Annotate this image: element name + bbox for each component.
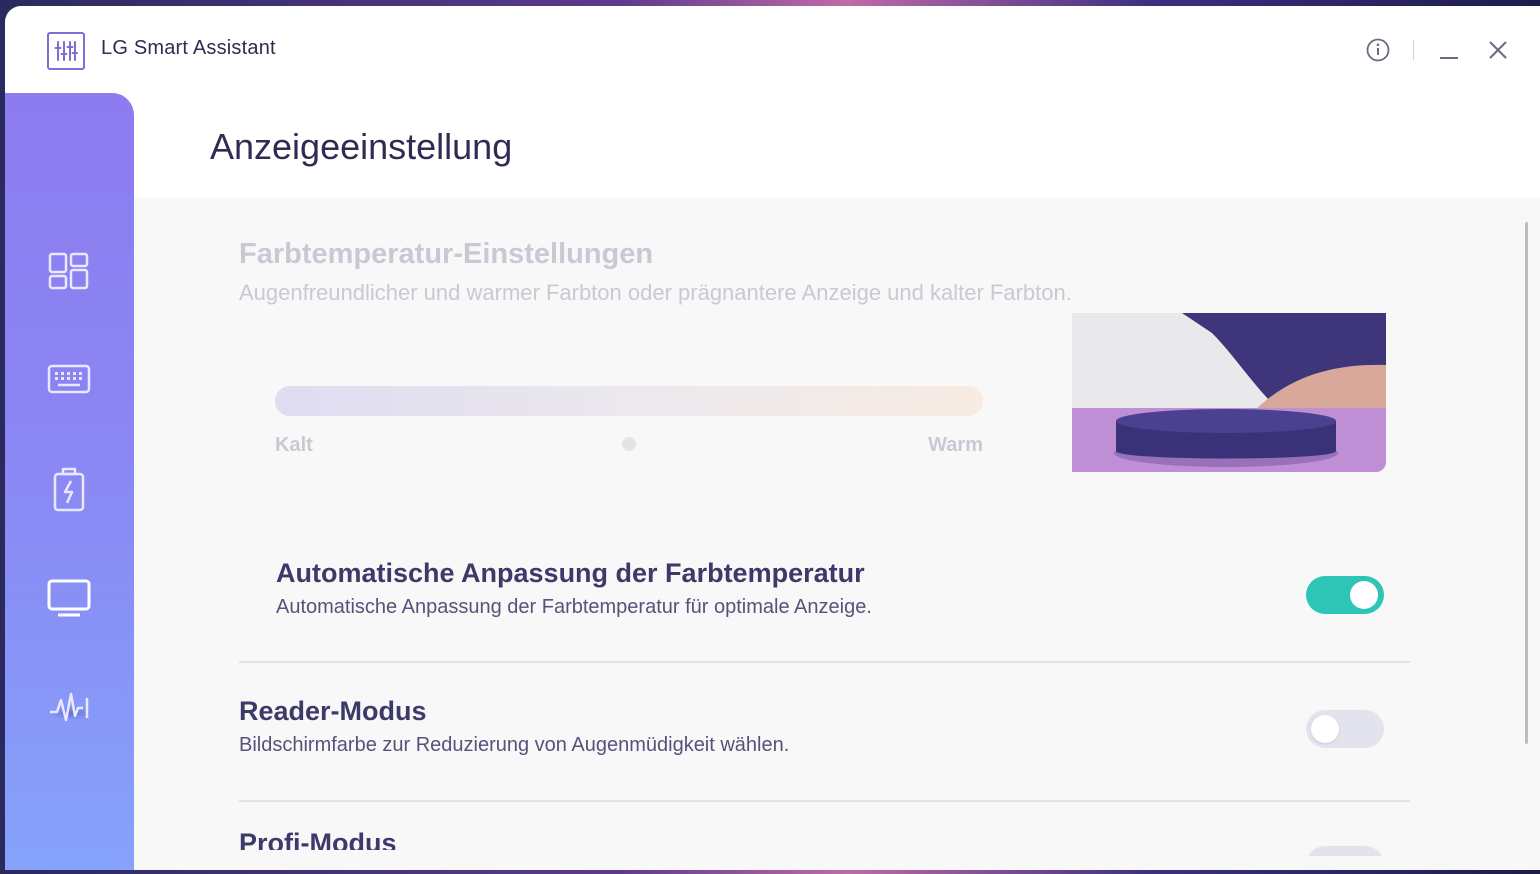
nav-audio[interactable] xyxy=(39,690,99,750)
monitor-icon xyxy=(47,579,91,617)
color-temp-subtitle: Augenfreundlicher und warmer Farbton ode… xyxy=(239,280,1072,305)
slider-label-warm: Warm xyxy=(928,434,983,456)
keyboard-icon xyxy=(47,364,91,394)
reader-mode-description: Bildschirmfarbe zur Reduzierung von Auge… xyxy=(239,734,790,756)
nav-dashboard[interactable] xyxy=(39,251,99,311)
nav-display[interactable] xyxy=(39,578,99,638)
page-title: Anzeigeeinstellung xyxy=(210,126,513,167)
auto-temp-toggle[interactable] xyxy=(1306,576,1384,614)
reader-mode-toggle[interactable] xyxy=(1306,710,1384,748)
reader-mode-title: Reader-Modus xyxy=(239,696,427,726)
sidebar xyxy=(5,93,134,870)
next-setting-toggle[interactable] xyxy=(1306,846,1384,856)
equalizer-icon xyxy=(47,32,85,70)
minimize-icon[interactable] xyxy=(1438,40,1460,62)
dashboard-icon xyxy=(48,252,89,290)
app-title: LG Smart Assistant xyxy=(101,37,276,59)
settings-panel: Farbtemperatur-Einstellungen Augenfreund… xyxy=(134,198,1540,870)
nav-battery[interactable] xyxy=(39,467,99,527)
info-icon[interactable] xyxy=(1366,38,1390,62)
app-window: LG Smart Assistant Anzeigeeinstellung Fa… xyxy=(5,6,1540,870)
titlebar-separator xyxy=(1413,40,1414,60)
slider-handle xyxy=(622,437,636,451)
color-temp-slider xyxy=(275,386,983,416)
title-bar: LG Smart Assistant xyxy=(5,6,1540,94)
close-icon[interactable] xyxy=(1487,39,1509,61)
audio-wave-icon xyxy=(50,692,89,722)
auto-temp-description: Automatische Anpassung der Farbtemperatu… xyxy=(276,596,872,618)
next-setting-title: Profi-Modus xyxy=(239,828,397,850)
color-preview-image xyxy=(1072,313,1386,472)
nav-keyboard[interactable] xyxy=(39,363,99,423)
toggle-knob xyxy=(1311,715,1339,743)
battery-icon xyxy=(53,467,85,512)
slider-label-cold: Kalt xyxy=(275,434,313,456)
divider xyxy=(239,661,1410,663)
divider xyxy=(239,800,1410,802)
scrollbar[interactable] xyxy=(1525,222,1528,744)
auto-temp-title: Automatische Anpassung der Farbtemperatu… xyxy=(276,558,865,588)
toggle-knob xyxy=(1350,581,1378,609)
color-temp-title: Farbtemperatur-Einstellungen xyxy=(239,238,654,270)
